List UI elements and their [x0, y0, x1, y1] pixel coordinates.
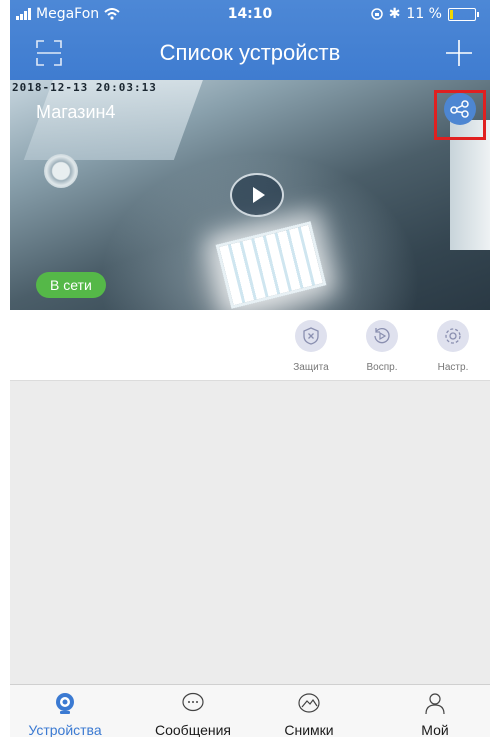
- preview-decor-vent: [44, 154, 78, 188]
- playback-action[interactable]: Воспр.: [357, 320, 407, 373]
- share-icon: [450, 100, 469, 118]
- camera-actions: Защита Воспр. Настр.: [10, 310, 490, 381]
- camera-name: Магазин4: [36, 102, 116, 122]
- playback-label: Воспр.: [366, 362, 398, 373]
- share-button[interactable]: [444, 93, 476, 125]
- play-button[interactable]: [230, 173, 284, 217]
- nav-bar: Список устройств: [10, 36, 490, 76]
- user-icon: [425, 693, 445, 715]
- status-right: ✱ 11 %: [370, 6, 479, 22]
- photo-icon: [298, 693, 320, 713]
- lock-rotation-icon: [370, 8, 383, 20]
- protection-label: Защита: [293, 362, 329, 373]
- settings-label: Настр.: [437, 362, 469, 373]
- tab-messages[interactable]: Сообщения: [138, 691, 248, 737]
- settings-action[interactable]: Настр.: [428, 320, 478, 373]
- replay-icon: [366, 320, 398, 352]
- tab-profile-label: Мой: [421, 722, 449, 737]
- tab-devices[interactable]: Устройства: [10, 691, 120, 737]
- header-bar: MegaFon 14:10 ✱ 11 % Список устройств: [10, 0, 490, 80]
- tab-snapshots-label: Снимки: [284, 722, 334, 737]
- tab-devices-label: Устройства: [28, 722, 102, 737]
- add-device-button[interactable]: [444, 38, 474, 68]
- shield-x-icon: [295, 320, 327, 352]
- tab-bar: Устройства Сообщения Снимки Мой: [10, 684, 490, 737]
- camera-preview[interactable]: 2018-12-13 20:03:13 Магазин4 В сети: [10, 80, 490, 310]
- battery-icon: [448, 7, 479, 21]
- gear-icon: [437, 320, 469, 352]
- tab-snapshots[interactable]: Снимки: [254, 691, 364, 737]
- video-timestamp: 2018-12-13 20:03:13: [12, 81, 157, 94]
- page-title: Список устройств: [159, 40, 341, 65]
- preview-decor-light: [215, 221, 327, 309]
- tab-profile[interactable]: Мой: [380, 691, 490, 737]
- camera-icon: [56, 693, 74, 714]
- status-bar: MegaFon 14:10 ✱ 11 %: [10, 4, 490, 24]
- battery-percent: 11 %: [406, 6, 442, 22]
- chat-icon: [182, 692, 204, 712]
- online-status-badge: В сети: [36, 272, 106, 298]
- tab-messages-label: Сообщения: [155, 722, 231, 737]
- app: MegaFon 14:10 ✱ 11 % Список устройств 20…: [10, 0, 490, 737]
- protection-action[interactable]: Защита: [286, 320, 336, 373]
- bluetooth-icon: ✱: [388, 6, 401, 22]
